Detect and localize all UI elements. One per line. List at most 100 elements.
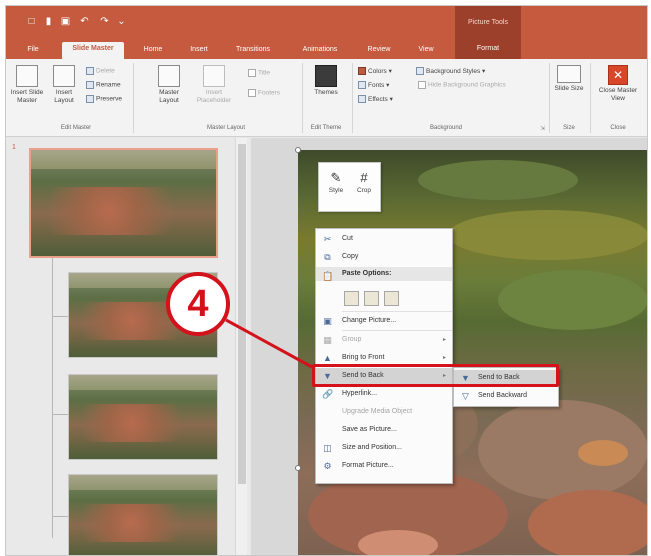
background-styles-dropdown[interactable]: Background Styles ▾ [416, 67, 485, 76]
title-checkbox[interactable]: Title [248, 69, 270, 77]
layout-tree-line [52, 258, 53, 538]
preserve-icon [86, 95, 94, 103]
send-backward-icon: ▽ [462, 391, 469, 401]
close-icon: ✕ [608, 65, 628, 85]
menu-item-paste-options: 📋 Paste Options: [316, 267, 452, 281]
themes-button[interactable]: Themes [308, 65, 344, 97]
layout-icon [53, 65, 75, 87]
ribbon-separator [352, 63, 353, 133]
paste-keep-formatting-icon[interactable] [344, 291, 359, 306]
new-file-icon[interactable]: □ [26, 16, 37, 27]
tab-format[interactable]: Format [455, 39, 521, 59]
ribbon-separator [302, 63, 303, 133]
format-picture-icon: ⚙ [323, 461, 332, 471]
change-picture-icon: ▣ [323, 316, 332, 326]
colors-dropdown[interactable]: Colors ▾ [358, 67, 392, 76]
group-icon: ▦ [323, 335, 332, 345]
crop-button[interactable]: # Crop [351, 169, 377, 194]
undo-icon[interactable]: ↶ [79, 16, 90, 27]
fonts-icon [358, 81, 366, 90]
selection-handle[interactable] [295, 147, 301, 153]
group-label-edit-master: Edit Master [60, 125, 92, 131]
slide-size-button[interactable]: Slide Size [554, 65, 584, 93]
submenu-item-send-backward[interactable]: ▽ Send Backward [454, 388, 558, 404]
layout-thumbnail[interactable] [68, 374, 218, 460]
effects-icon [358, 95, 366, 104]
tab-animations[interactable]: Animations [294, 43, 346, 59]
preserve-button[interactable]: Preserve [86, 95, 122, 103]
customize-icon[interactable]: ⌄ [116, 16, 127, 27]
rename-button[interactable]: Rename [86, 81, 121, 89]
save-icon[interactable]: ▣ [60, 16, 71, 27]
ribbon-separator [133, 63, 134, 133]
tab-review[interactable]: Review [359, 43, 399, 59]
placeholder-icon [203, 65, 225, 87]
themes-icon [315, 65, 337, 87]
redo-icon[interactable]: ↷ [99, 16, 110, 27]
hide-background-graphics-checkbox[interactable]: Hide Background Graphics [418, 81, 506, 89]
checkbox-icon [248, 89, 256, 97]
insert-layout-button[interactable]: Insert Layout [50, 65, 78, 105]
slide-master-thumbnail[interactable] [29, 148, 218, 258]
menu-item-save-as-picture[interactable]: Save as Picture... [316, 422, 452, 438]
group-label-master-layout: Master Layout [206, 125, 246, 131]
slide-master-icon [16, 65, 38, 87]
effects-dropdown[interactable]: Effects ▾ [358, 95, 393, 104]
colors-icon [358, 67, 366, 76]
layout-thumbnail[interactable] [68, 474, 218, 555]
hyperlink-icon: 🔗 [322, 389, 334, 399]
paste-picture-icon[interactable] [364, 291, 379, 306]
slide-thumbnail-pane: 1 [6, 138, 250, 555]
menu-item-copy[interactable]: ⧉ Copy [316, 249, 452, 265]
menu-item-change-picture[interactable]: ▣ Change Picture... [316, 313, 452, 329]
mini-toolbar: ✎ Style # Crop [318, 162, 381, 212]
size-position-icon: ◫ [323, 443, 332, 453]
ribbon-separator [549, 63, 550, 133]
insert-slide-master-button[interactable]: Insert Slide Master [9, 65, 45, 105]
slide-number: 1 [12, 144, 16, 151]
footers-checkbox[interactable]: Footers [248, 89, 280, 97]
master-layout-button[interactable]: Master Layout [154, 65, 184, 105]
background-styles-icon [416, 67, 424, 76]
tab-file[interactable]: File [22, 43, 44, 59]
fonts-dropdown[interactable]: Fonts ▾ [358, 81, 389, 90]
tab-view[interactable]: View [409, 43, 443, 59]
step-callout-badge: 4 [166, 272, 230, 336]
menu-item-upgrade-media-object[interactable]: Upgrade Media Object [316, 404, 452, 420]
checkbox-icon [418, 81, 426, 89]
delete-icon [86, 67, 94, 75]
group-label-background: Background [429, 125, 463, 131]
tab-home[interactable]: Home [136, 43, 170, 59]
group-label-size: Size [563, 125, 575, 131]
title-bar: □ ▮ ▣ ↶ ↷ ⌄ Picture Tools [6, 6, 647, 39]
master-layout-icon [158, 65, 180, 87]
group-label-edit-theme: Edit Theme [310, 125, 342, 131]
group-label-close: Close [610, 125, 626, 131]
paste-text-only-icon[interactable] [384, 291, 399, 306]
folder-icon[interactable]: ▮ [43, 16, 54, 27]
rename-icon [86, 81, 94, 89]
tab-insert[interactable]: Insert [182, 43, 216, 59]
thumbnail-scrollbar[interactable] [235, 138, 247, 555]
scrollbar-thumb[interactable] [238, 144, 246, 484]
menu-item-size-and-position[interactable]: ◫ Size and Position... [316, 440, 452, 456]
clipboard-icon: 📋 [322, 271, 334, 281]
close-master-view-button[interactable]: ✕ Close Master View [594, 65, 642, 103]
insert-placeholder-button[interactable]: Insert Placeholder [194, 65, 234, 105]
menu-item-group[interactable]: ▦ Group ▸ [316, 332, 452, 348]
selection-handle[interactable] [295, 465, 301, 471]
delete-button[interactable]: Delete [86, 67, 115, 75]
submenu-arrow-icon: ▸ [442, 337, 446, 343]
style-icon: ✎ [330, 170, 342, 185]
style-button[interactable]: ✎ Style [323, 169, 349, 194]
tab-slide-master[interactable]: Slide Master [62, 42, 124, 59]
tab-transitions[interactable]: Transitions [228, 43, 278, 59]
menu-item-hyperlink[interactable]: 🔗 Hyperlink... [316, 386, 452, 402]
scissors-icon: ✂ [323, 234, 332, 244]
crop-icon: # [360, 170, 368, 185]
copy-icon: ⧉ [324, 252, 331, 262]
picture-tools-group: Picture Tools [455, 6, 521, 39]
dialog-launcher-icon[interactable]: ⇲ [540, 125, 545, 132]
menu-item-cut[interactable]: ✂ Cut [316, 231, 452, 247]
menu-item-format-picture[interactable]: ⚙ Format Picture... [316, 458, 452, 474]
